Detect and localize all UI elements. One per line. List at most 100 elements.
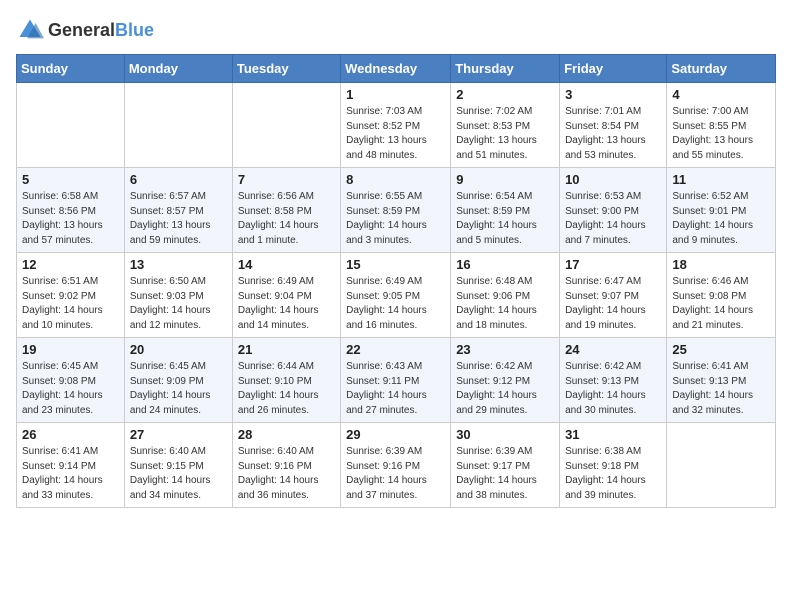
logo: GeneralBlue bbox=[16, 16, 154, 44]
day-info: Sunrise: 6:51 AMSunset: 9:02 PMDaylight:… bbox=[22, 275, 119, 333]
calendar-cell: 5 Sunrise: 6:58 AMSunset: 8:56 PMDaylight… bbox=[17, 168, 125, 253]
day-number: 15 bbox=[346, 257, 445, 272]
calendar-table: SundayMondayTuesdayWednesdayThursdayFrid… bbox=[16, 54, 776, 508]
calendar-cell: 6 Sunrise: 6:57 AMSunset: 8:57 PMDaylight… bbox=[124, 168, 232, 253]
day-header-monday: Monday bbox=[124, 55, 232, 83]
page-header: GeneralBlue bbox=[16, 16, 776, 44]
day-info: Sunrise: 6:43 AMSunset: 9:11 PMDaylight:… bbox=[346, 360, 445, 418]
day-number: 30 bbox=[456, 427, 554, 442]
calendar-cell: 26Sunrise: 6:41 AMSunset: 9:14 PMDayligh… bbox=[17, 423, 125, 508]
day-number: 5 bbox=[22, 172, 119, 187]
week-row: 26Sunrise: 6:41 AMSunset: 9:14 PMDayligh… bbox=[17, 423, 776, 508]
calendar-cell: 18 Sunrise: 6:46 AMSunset: 9:08 PMDayligh… bbox=[667, 253, 776, 338]
day-header-thursday: Thursday bbox=[451, 55, 560, 83]
calendar-cell: 17 Sunrise: 6:47 AMSunset: 9:07 PMDayligh… bbox=[560, 253, 667, 338]
day-info: Sunrise: 6:39 AMSunset: 9:17 PMDaylight:… bbox=[456, 445, 554, 503]
day-number: 1 bbox=[346, 87, 445, 102]
day-number: 12 bbox=[22, 257, 119, 272]
header-row: SundayMondayTuesdayWednesdayThursdayFrid… bbox=[17, 55, 776, 83]
day-info: Sunrise: 6:46 AMSunset: 9:08 PMDaylight:… bbox=[672, 275, 770, 333]
day-number: 17 bbox=[565, 257, 661, 272]
calendar-cell: 1 Sunrise: 7:03 AMSunset: 8:52 PMDaylight… bbox=[341, 83, 451, 168]
calendar-cell bbox=[17, 83, 125, 168]
day-info: Sunrise: 6:39 AMSunset: 9:16 PMDaylight:… bbox=[346, 445, 445, 503]
day-info: Sunrise: 6:50 AMSunset: 9:03 PMDaylight:… bbox=[130, 275, 227, 333]
day-number: 2 bbox=[456, 87, 554, 102]
day-number: 31 bbox=[565, 427, 661, 442]
day-info: Sunrise: 6:47 AMSunset: 9:07 PMDaylight:… bbox=[565, 275, 661, 333]
day-number: 3 bbox=[565, 87, 661, 102]
calendar-cell: 15 Sunrise: 6:49 AMSunset: 9:05 PMDayligh… bbox=[341, 253, 451, 338]
week-row: 19 Sunrise: 6:45 AMSunset: 9:08 PMDayligh… bbox=[17, 338, 776, 423]
calendar-cell: 11Sunrise: 6:52 AMSunset: 9:01 PMDayligh… bbox=[667, 168, 776, 253]
calendar-cell: 13Sunrise: 6:50 AMSunset: 9:03 PMDayligh… bbox=[124, 253, 232, 338]
day-info: Sunrise: 6:38 AMSunset: 9:18 PMDaylight:… bbox=[565, 445, 661, 503]
week-row: 1 Sunrise: 7:03 AMSunset: 8:52 PMDaylight… bbox=[17, 83, 776, 168]
calendar-cell: 23 Sunrise: 6:42 AMSunset: 9:12 PMDayligh… bbox=[451, 338, 560, 423]
day-header-tuesday: Tuesday bbox=[232, 55, 340, 83]
day-info: Sunrise: 6:53 AMSunset: 9:00 PMDaylight:… bbox=[565, 190, 661, 248]
day-number: 25 bbox=[672, 342, 770, 357]
day-number: 21 bbox=[238, 342, 335, 357]
calendar-cell: 16Sunrise: 6:48 AMSunset: 9:06 PMDayligh… bbox=[451, 253, 560, 338]
day-number: 7 bbox=[238, 172, 335, 187]
day-info: Sunrise: 7:03 AMSunset: 8:52 PMDaylight:… bbox=[346, 105, 445, 163]
day-number: 27 bbox=[130, 427, 227, 442]
calendar-cell: 8Sunrise: 6:55 AMSunset: 8:59 PMDaylight… bbox=[341, 168, 451, 253]
day-info: Sunrise: 6:57 AMSunset: 8:57 PMDaylight:… bbox=[130, 190, 227, 248]
calendar-cell: 30 Sunrise: 6:39 AMSunset: 9:17 PMDayligh… bbox=[451, 423, 560, 508]
day-number: 28 bbox=[238, 427, 335, 442]
calendar-cell: 3 Sunrise: 7:01 AMSunset: 8:54 PMDaylight… bbox=[560, 83, 667, 168]
day-info: Sunrise: 6:42 AMSunset: 9:13 PMDaylight:… bbox=[565, 360, 661, 418]
calendar-cell bbox=[667, 423, 776, 508]
day-number: 26 bbox=[22, 427, 119, 442]
day-number: 10 bbox=[565, 172, 661, 187]
calendar-cell: 22 Sunrise: 6:43 AMSunset: 9:11 PMDayligh… bbox=[341, 338, 451, 423]
day-number: 22 bbox=[346, 342, 445, 357]
calendar-cell bbox=[124, 83, 232, 168]
day-number: 9 bbox=[456, 172, 554, 187]
calendar-cell: 27Sunrise: 6:40 AMSunset: 9:15 PMDayligh… bbox=[124, 423, 232, 508]
day-info: Sunrise: 6:45 AMSunset: 9:09 PMDaylight:… bbox=[130, 360, 227, 418]
day-number: 18 bbox=[672, 257, 770, 272]
day-info: Sunrise: 6:45 AMSunset: 9:08 PMDaylight:… bbox=[22, 360, 119, 418]
calendar-cell: 2 Sunrise: 7:02 AMSunset: 8:53 PMDaylight… bbox=[451, 83, 560, 168]
day-info: Sunrise: 6:42 AMSunset: 9:12 PMDaylight:… bbox=[456, 360, 554, 418]
day-header-friday: Friday bbox=[560, 55, 667, 83]
day-number: 19 bbox=[22, 342, 119, 357]
day-info: Sunrise: 6:40 AMSunset: 9:16 PMDaylight:… bbox=[238, 445, 335, 503]
day-info: Sunrise: 6:41 AMSunset: 9:13 PMDaylight:… bbox=[672, 360, 770, 418]
logo-general: General bbox=[48, 20, 115, 40]
day-info: Sunrise: 7:02 AMSunset: 8:53 PMDaylight:… bbox=[456, 105, 554, 163]
calendar-cell: 21 Sunrise: 6:44 AMSunset: 9:10 PMDayligh… bbox=[232, 338, 340, 423]
logo-icon bbox=[16, 16, 44, 44]
calendar-cell: 4Sunrise: 7:00 AMSunset: 8:55 PMDaylight… bbox=[667, 83, 776, 168]
day-info: Sunrise: 6:58 AMSunset: 8:56 PMDaylight:… bbox=[22, 190, 119, 248]
calendar-cell bbox=[232, 83, 340, 168]
calendar-cell: 28 Sunrise: 6:40 AMSunset: 9:16 PMDayligh… bbox=[232, 423, 340, 508]
calendar-cell: 25 Sunrise: 6:41 AMSunset: 9:13 PMDayligh… bbox=[667, 338, 776, 423]
day-number: 6 bbox=[130, 172, 227, 187]
day-info: Sunrise: 7:01 AMSunset: 8:54 PMDaylight:… bbox=[565, 105, 661, 163]
day-number: 4 bbox=[672, 87, 770, 102]
day-number: 14 bbox=[238, 257, 335, 272]
day-header-saturday: Saturday bbox=[667, 55, 776, 83]
day-info: Sunrise: 6:49 AMSunset: 9:04 PMDaylight:… bbox=[238, 275, 335, 333]
calendar-cell: 31 Sunrise: 6:38 AMSunset: 9:18 PMDayligh… bbox=[560, 423, 667, 508]
calendar-cell: 10 Sunrise: 6:53 AMSunset: 9:00 PMDayligh… bbox=[560, 168, 667, 253]
calendar-cell: 24Sunrise: 6:42 AMSunset: 9:13 PMDayligh… bbox=[560, 338, 667, 423]
calendar-cell: 14 Sunrise: 6:49 AMSunset: 9:04 PMDayligh… bbox=[232, 253, 340, 338]
day-info: Sunrise: 6:52 AMSunset: 9:01 PMDaylight:… bbox=[672, 190, 770, 248]
day-header-wednesday: Wednesday bbox=[341, 55, 451, 83]
day-info: Sunrise: 6:49 AMSunset: 9:05 PMDaylight:… bbox=[346, 275, 445, 333]
day-info: Sunrise: 6:44 AMSunset: 9:10 PMDaylight:… bbox=[238, 360, 335, 418]
day-info: Sunrise: 6:54 AMSunset: 8:59 PMDaylight:… bbox=[456, 190, 554, 248]
day-number: 20 bbox=[130, 342, 227, 357]
calendar-cell: 9 Sunrise: 6:54 AMSunset: 8:59 PMDaylight… bbox=[451, 168, 560, 253]
calendar-cell: 29Sunrise: 6:39 AMSunset: 9:16 PMDayligh… bbox=[341, 423, 451, 508]
day-info: Sunrise: 6:48 AMSunset: 9:06 PMDaylight:… bbox=[456, 275, 554, 333]
day-header-sunday: Sunday bbox=[17, 55, 125, 83]
week-row: 12 Sunrise: 6:51 AMSunset: 9:02 PMDayligh… bbox=[17, 253, 776, 338]
calendar-cell: 19 Sunrise: 6:45 AMSunset: 9:08 PMDayligh… bbox=[17, 338, 125, 423]
day-number: 23 bbox=[456, 342, 554, 357]
